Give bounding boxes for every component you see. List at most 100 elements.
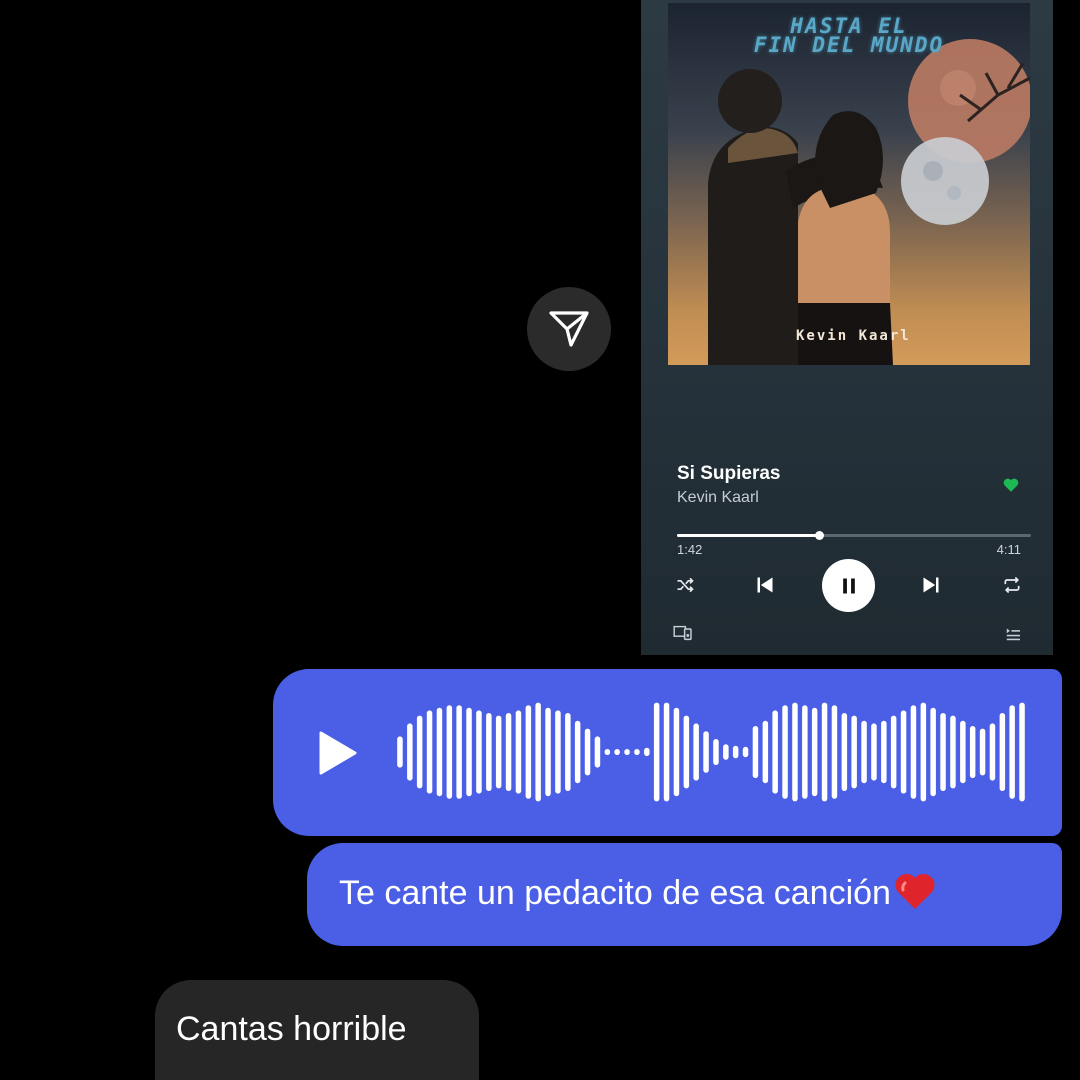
waveform-bar	[663, 702, 670, 802]
waveform-bar	[574, 720, 581, 784]
waveform-bar	[821, 702, 828, 802]
progress-knob[interactable]	[814, 531, 824, 540]
waveform-bar	[742, 746, 749, 758]
share-button[interactable]	[527, 287, 611, 371]
waveform-bar	[890, 715, 897, 789]
waveform-bar	[979, 728, 986, 776]
waveform-bar	[486, 713, 492, 791]
waveform-bar	[416, 715, 423, 789]
waveform-bar	[545, 707, 551, 797]
shared-song-card[interactable]: HASTA EL FIN DEL MUNDO Kevin Kaarl Si Su…	[641, 0, 1053, 655]
waveform-bar	[802, 705, 808, 799]
shuffle-button[interactable]	[674, 574, 696, 596]
waveform-bar	[634, 749, 640, 755]
waveform-bar	[831, 705, 838, 799]
previous-button[interactable]	[753, 573, 777, 597]
waveform-bar	[495, 715, 502, 789]
waveform-bar	[723, 744, 729, 760]
heart-icon[interactable]	[1002, 476, 1020, 494]
waveform-bar	[1009, 705, 1015, 799]
waveform-bar	[476, 710, 482, 794]
sent-message-text: Te cante un pedacito de esa canción	[339, 871, 937, 913]
next-icon	[923, 577, 939, 593]
track-artist[interactable]: Kevin Kaarl	[677, 489, 759, 507]
waveform-bar	[861, 720, 867, 784]
waveform-bar	[782, 705, 788, 799]
waveform-bar	[881, 720, 887, 784]
waveform-bar	[505, 713, 512, 791]
received-message-text: Cantas horrible	[176, 1010, 407, 1048]
progress-fill	[677, 534, 819, 537]
waveform-bar	[930, 707, 936, 797]
waveform-bar	[565, 713, 571, 791]
waveform-bar	[772, 710, 778, 794]
waveform-bar	[555, 710, 561, 794]
sent-message-bubble[interactable]: Te cante un pedacito de esa canción	[307, 843, 1062, 946]
waveform-bar	[624, 749, 630, 755]
waveform-bar	[436, 707, 443, 797]
waveform-bar	[644, 747, 650, 757]
waveform-bar	[535, 702, 541, 802]
progress-bar[interactable]	[677, 531, 1031, 540]
voice-message-bubble[interactable]	[273, 669, 1062, 836]
audio-waveform[interactable]	[395, 697, 1027, 807]
send-icon	[549, 311, 589, 347]
waveform-bar	[910, 705, 917, 799]
queue-icon	[1006, 628, 1020, 641]
waveform-bar	[940, 713, 946, 791]
waveform-bar	[999, 713, 1006, 791]
waveform-bar	[456, 705, 462, 799]
waveform-bar	[811, 707, 818, 797]
waveform-bar	[604, 749, 611, 755]
waveform-bar	[851, 715, 857, 789]
waveform-bar	[703, 731, 709, 773]
waveform-bar	[584, 728, 591, 776]
shuffle-icon	[677, 577, 694, 593]
waveform-bar	[871, 723, 877, 781]
waveform-bar	[614, 749, 620, 755]
repeat-icon	[1004, 576, 1020, 594]
sent-message-content: Te cante un pedacito de esa canción	[339, 874, 891, 912]
waveform-bar	[466, 707, 472, 797]
waveform-bar	[841, 713, 848, 791]
waveform-bar	[515, 710, 522, 794]
waveform-bar	[960, 720, 966, 784]
pause-icon	[842, 578, 855, 593]
time-total: 4:11	[996, 542, 1021, 557]
waveform-bar	[762, 720, 769, 784]
waveform-bar	[683, 715, 690, 789]
devices-button[interactable]	[672, 624, 694, 642]
waveform-bar	[525, 705, 532, 799]
repeat-button[interactable]	[1000, 574, 1024, 596]
album-title: HASTA EL FIN DEL MUNDO	[753, 14, 945, 57]
album-cover: HASTA EL FIN DEL MUNDO Kevin Kaarl	[668, 3, 1030, 365]
waveform-bar	[732, 745, 739, 759]
queue-button[interactable]	[1004, 626, 1022, 642]
pause-button[interactable]	[822, 559, 875, 612]
waveform-bar	[713, 739, 719, 765]
track-title: Si Supieras	[677, 463, 781, 484]
waveform-bar	[989, 723, 996, 781]
waveform-bar	[752, 726, 759, 778]
waveform-bar	[1019, 702, 1025, 802]
waveform-bar	[920, 702, 927, 802]
waveform-bar	[693, 723, 699, 781]
waveform-bar	[426, 710, 433, 794]
waveform-bar	[969, 726, 976, 778]
waveform-bar	[950, 715, 956, 789]
received-message-bubble[interactable]: Cantas horrible	[155, 980, 479, 1080]
waveform-bar	[446, 705, 453, 799]
waveform-bar	[673, 707, 680, 797]
waveform-bar	[792, 702, 798, 802]
waveform-bar	[900, 710, 907, 794]
devices-icon	[673, 625, 692, 641]
waveform-bar	[397, 736, 403, 768]
time-elapsed: 1:42	[677, 542, 703, 557]
waveform-bar	[653, 702, 660, 802]
waveform-bar	[594, 736, 601, 768]
play-icon[interactable]	[317, 731, 357, 775]
previous-icon	[757, 577, 773, 593]
album-artist-label: Kevin Kaarl	[796, 328, 911, 344]
next-button[interactable]	[919, 573, 943, 597]
waveform-bar	[407, 723, 413, 781]
